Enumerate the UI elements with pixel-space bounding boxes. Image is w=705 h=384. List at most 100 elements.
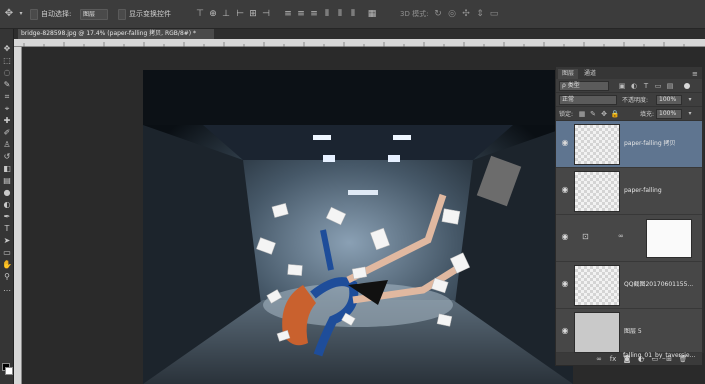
distribute-left-icon[interactable]: ⦀ <box>321 8 333 20</box>
tab-channels[interactable]: 通道 <box>580 69 600 79</box>
eye-icon[interactable]: ◉ <box>560 326 570 336</box>
hand-tool-icon[interactable]: ✋ <box>1 259 13 270</box>
layer-mask-thumbnail[interactable] <box>646 219 692 258</box>
3d-rotate-icon[interactable]: ↻ <box>432 8 444 20</box>
fill-field[interactable]: 100% <box>656 109 682 119</box>
3d-slide-icon[interactable]: ⇕ <box>474 8 486 20</box>
distribute-center-icon[interactable]: ⦀ <box>334 8 346 20</box>
align-top-icon[interactable]: ⊤ <box>194 8 206 20</box>
align-bottom-icon[interactable]: ⊥ <box>220 8 232 20</box>
tools-panel: ✥ ⬚ ◌ ✎ ⌗ ⌖ ✚ ✐ ♙ ↺ ◧ ▤ ● ◐ ✒ T ➤ ▭ ✋ ⚲ … <box>0 29 14 384</box>
eye-icon[interactable]: ◉ <box>560 185 570 195</box>
lasso-tool-icon[interactable]: ◌ <box>1 67 13 78</box>
path-select-tool-icon[interactable]: ➤ <box>1 235 13 246</box>
pen-tool-icon[interactable]: ✒ <box>1 211 13 222</box>
history-brush-icon[interactable]: ↺ <box>1 151 13 162</box>
layer-name[interactable]: paper-falling <box>624 187 700 195</box>
distribute-middle-icon[interactable]: ≡ <box>295 8 307 20</box>
layers-panel: 图层 通道 ≡ ρ 类型 ▣ ◐ T ▭ ▤ 正常 不透明度: 100% ▾ 锁… <box>555 66 704 366</box>
show-transform-checkbox[interactable] <box>118 9 126 20</box>
opacity-label: 不透明度: <box>622 97 649 104</box>
stamp-tool-icon[interactable]: ♙ <box>1 139 13 150</box>
move-icon[interactable]: ✥ <box>3 8 15 20</box>
3d-pan-icon[interactable]: ✣ <box>460 8 472 20</box>
more-tools-icon[interactable]: ⋯ <box>1 285 13 296</box>
opacity-field[interactable]: 100% <box>656 95 682 105</box>
fx-icon[interactable]: fx <box>608 354 618 364</box>
layer-row-paper-falling-copy[interactable]: ◉ paper-falling 拷贝 <box>556 121 702 168</box>
layer-row-qq-screenshot[interactable]: ◉ QQ截图20170601155... <box>556 262 702 309</box>
auto-align-icon[interactable]: ▦ <box>366 8 378 20</box>
filter-shape-icon[interactable]: ▭ <box>652 80 664 92</box>
shape-tool-icon[interactable]: ▭ <box>1 247 13 258</box>
align-right-icon[interactable]: ⊣ <box>260 8 272 20</box>
dodge-tool-icon[interactable]: ◐ <box>1 199 13 210</box>
layer-name[interactable]: QQ截图20170601155... <box>624 281 700 289</box>
distribute-right-icon[interactable]: ⦀ <box>347 8 359 20</box>
filter-type-icon[interactable]: T <box>640 80 652 92</box>
lock-fill-row: 锁定: ▦ ✎ ✥ 🔒 填充: 100% ▾ <box>556 107 702 121</box>
background-color-swatch[interactable] <box>5 367 13 375</box>
dropdown-arrow-icon[interactable]: ▾ <box>15 8 27 20</box>
layer-row-paper-falling[interactable]: ◉ paper-falling <box>556 168 702 215</box>
move-tool-icon[interactable]: ✥ <box>1 43 13 54</box>
type-tool-icon[interactable]: T <box>1 223 13 234</box>
marquee-tool-icon[interactable]: ⬚ <box>1 55 13 66</box>
blur-tool-icon[interactable]: ● <box>1 187 13 198</box>
tab-layers[interactable]: 图层 <box>558 69 579 79</box>
3d-scale-icon[interactable]: ▭ <box>488 8 500 20</box>
filter-adjustment-icon[interactable]: ◐ <box>628 80 640 92</box>
crop-tool-icon[interactable]: ⌗ <box>1 91 13 102</box>
lock-all-icon[interactable]: 🔒 <box>609 108 621 120</box>
quick-select-tool-icon[interactable]: ✎ <box>1 79 13 90</box>
eyedropper-tool-icon[interactable]: ⌖ <box>1 103 13 114</box>
align-center-icon[interactable]: ⊞ <box>247 8 259 20</box>
link-icon[interactable]: ∞ <box>594 354 604 364</box>
layer-name[interactable]: paper-falling 拷贝 <box>624 140 700 148</box>
layer-name[interactable]: 图层 5 <box>624 328 700 336</box>
gradient-tool-icon[interactable]: ▤ <box>1 175 13 186</box>
3d-roll-icon[interactable]: ◎ <box>446 8 458 20</box>
brush-tool-icon[interactable]: ✐ <box>1 127 13 138</box>
layer-thumbnail <box>574 312 620 353</box>
layer-filter-dropdown[interactable]: ρ 类型 <box>559 81 609 91</box>
blend-opacity-row: 正常 不透明度: 100% ▾ <box>556 93 702 107</box>
mask-link-icon[interactable]: ∞ <box>618 232 624 240</box>
distribute-bottom-icon[interactable]: ≡ <box>308 8 320 20</box>
auto-select-checkbox[interactable] <box>30 9 38 20</box>
panel-menu-icon[interactable]: ≡ <box>688 69 702 79</box>
layers-scrollbar[interactable] <box>702 121 704 353</box>
opacity-dropdown-icon[interactable]: ▾ <box>684 94 696 106</box>
eraser-tool-icon[interactable]: ◧ <box>1 163 13 174</box>
fill-label: 填充: <box>640 111 655 118</box>
document-tab[interactable]: bridge-828598.jpg @ 17.4% (paper-falling… <box>18 29 214 39</box>
filter-smart-object-icon[interactable]: ▤ <box>664 80 676 92</box>
align-left-icon[interactable]: ⊢ <box>234 8 246 20</box>
auto-select-dropdown[interactable]: 图层 <box>80 9 108 20</box>
auto-select-label: 自动选择: <box>41 10 72 18</box>
horizontal-ruler[interactable] <box>14 39 705 47</box>
healing-tool-icon[interactable]: ✚ <box>1 115 13 126</box>
image-canvas[interactable] <box>143 70 573 384</box>
layer-row-layer-5[interactable]: ◉ 图层 5 <box>556 309 702 353</box>
distribute-top-icon[interactable]: ≡ <box>282 8 294 20</box>
layer-thumbnail <box>574 124 620 165</box>
eye-icon[interactable]: ◉ <box>560 279 570 289</box>
3d-mode-label: 3D 模式: <box>400 10 429 18</box>
filter-pixel-icon[interactable]: ▣ <box>616 80 628 92</box>
blend-mode-dropdown[interactable]: 正常 <box>559 95 617 105</box>
eye-icon[interactable]: ◉ <box>560 232 570 242</box>
filter-toggle[interactable] <box>684 83 690 89</box>
layer-name-falling[interactable]: falling_01_by_taversie... <box>623 352 695 359</box>
options-bar: ✥ ▾ 自动选择: 图层 显示变换控件 ⊤ ⊕ ⊥ ⊢ ⊞ ⊣ ≡ ≡ ≡ ⦀ … <box>0 0 705 29</box>
zoom-tool-icon[interactable]: ⚲ <box>1 271 13 282</box>
layer-row-adjustment[interactable]: ◉ ⊡ ∞ <box>556 215 702 262</box>
vertical-ruler[interactable] <box>14 47 22 384</box>
align-middle-icon[interactable]: ⊕ <box>207 8 219 20</box>
layers-panel-tabs: 图层 通道 ≡ <box>556 67 702 79</box>
eye-icon[interactable]: ◉ <box>560 138 570 148</box>
show-transform-label: 显示变换控件 <box>129 10 171 18</box>
fill-dropdown-icon[interactable]: ▾ <box>684 108 696 120</box>
layer-thumbnail <box>574 265 620 306</box>
adjustment-layer-icon: ⊡ <box>582 232 589 241</box>
